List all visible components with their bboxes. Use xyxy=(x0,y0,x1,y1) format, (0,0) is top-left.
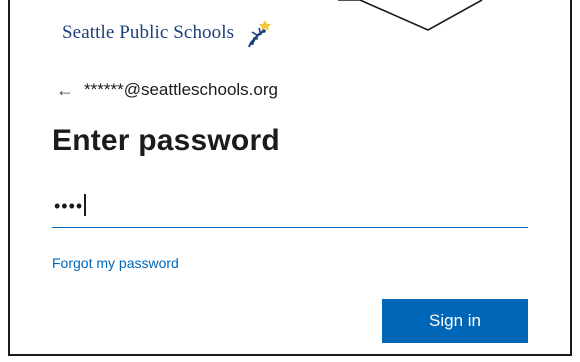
text-cursor xyxy=(84,194,86,216)
password-field[interactable] xyxy=(52,186,528,228)
account-row: ← ******@seattleschools.org xyxy=(56,80,278,100)
sign-in-button[interactable]: Sign in xyxy=(382,299,528,343)
school-logo: Seattle Public Schools xyxy=(62,16,280,50)
page-title: Enter password xyxy=(52,124,280,157)
seattle-public-schools-logo-mark xyxy=(248,20,272,48)
back-arrow-icon[interactable]: ← xyxy=(56,81,74,99)
forgot-password-link[interactable]: Forgot my password xyxy=(52,255,179,271)
brand-name: Seattle Public Schools xyxy=(62,22,235,43)
login-screen: Seattle Public Schools ← ******@seattles… xyxy=(0,0,580,362)
password-input[interactable] xyxy=(52,186,528,226)
account-email: ******@seattleschools.org xyxy=(84,80,278,99)
